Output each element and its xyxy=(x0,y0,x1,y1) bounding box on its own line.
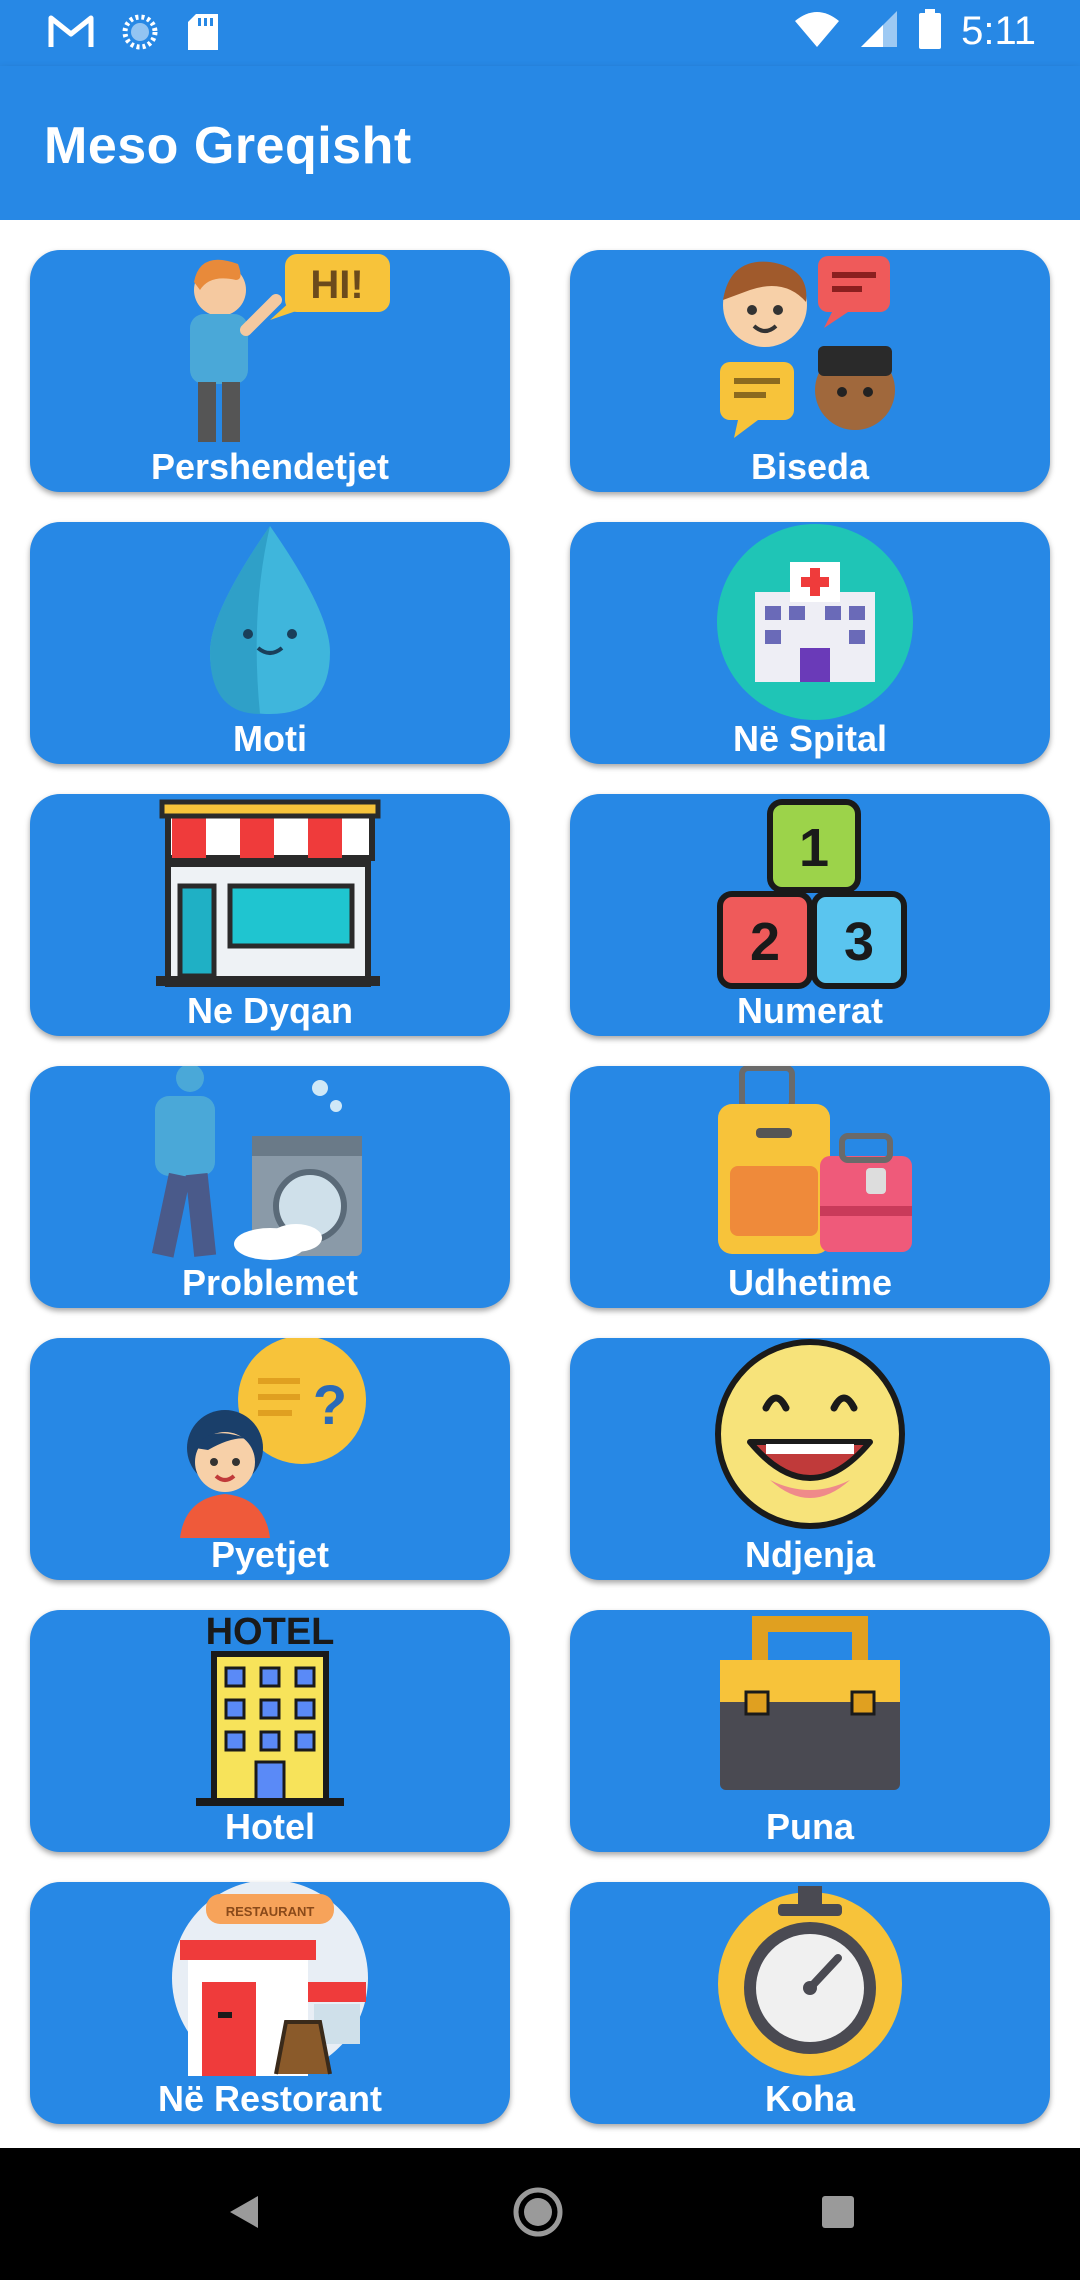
back-icon[interactable] xyxy=(226,2192,262,2237)
shop-icon xyxy=(156,799,381,987)
status-time: 5:11 xyxy=(961,9,1036,53)
sd-card-icon xyxy=(186,12,220,57)
category-card-biseda[interactable]: Biseda xyxy=(570,250,1050,492)
svg-text:3: 3 xyxy=(844,912,874,972)
category-card-problemet[interactable]: Problemet xyxy=(30,1066,510,1308)
category-label: Moti xyxy=(233,718,307,759)
category-card-hotel[interactable]: HOTEL Hotel xyxy=(30,1610,510,1852)
category-label: Koha xyxy=(765,2078,855,2119)
recents-icon[interactable] xyxy=(818,2192,858,2237)
battery-icon xyxy=(917,8,943,55)
wifi-icon xyxy=(793,9,841,54)
svg-text:2: 2 xyxy=(750,912,780,972)
app-bar: Meso Greqisht xyxy=(0,66,1080,220)
number-blocks-icon: 1 2 3 xyxy=(717,799,907,989)
category-label: Numerat xyxy=(736,990,884,1031)
category-card-ne-restorant[interactable]: RESTAURANT Në Restorant xyxy=(30,1882,510,2124)
toolbox-icon xyxy=(720,1616,900,1790)
hospital-icon xyxy=(717,524,913,720)
category-card-moti[interactable]: Moti xyxy=(30,522,510,764)
category-card-udhetime[interactable]: Udhetime xyxy=(570,1066,1050,1308)
category-card-pershendetjet[interactable]: HI! Pershendetjet xyxy=(30,250,510,492)
category-card-numerat[interactable]: 1 2 3 Numerat xyxy=(570,794,1050,1036)
category-label: Në Spital xyxy=(732,718,888,759)
signal-icon xyxy=(859,9,899,54)
category-card-koha[interactable]: Koha xyxy=(570,1882,1050,2124)
svg-text:HI!: HI! xyxy=(310,263,363,307)
restaurant-icon: RESTAURANT xyxy=(172,1882,368,2076)
gmail-icon xyxy=(48,14,94,55)
category-label: Biseda xyxy=(750,446,870,487)
hotel-icon: HOTEL xyxy=(196,1611,344,1806)
category-card-puna[interactable]: Puna xyxy=(570,1610,1050,1852)
status-bar: 5:11 xyxy=(0,0,1080,66)
category-card-pyetjet[interactable]: ? Pyetjet xyxy=(30,1338,510,1580)
svg-text:1: 1 xyxy=(799,818,829,878)
category-label: Puna xyxy=(765,1806,854,1847)
stopwatch-icon xyxy=(718,1886,902,2076)
conversation-icon xyxy=(720,256,895,438)
luggage-icon xyxy=(718,1066,912,1254)
app-title: Meso Greqisht xyxy=(44,117,412,175)
category-label: Hotel xyxy=(225,1806,315,1847)
category-card-ndjenja[interactable]: Ndjenja xyxy=(570,1338,1050,1580)
category-card-ne-spital[interactable]: Në Spital xyxy=(570,522,1050,764)
home-icon[interactable] xyxy=(512,2186,564,2243)
svg-text:RESTAURANT: RESTAURANT xyxy=(226,1904,315,1919)
svg-text:HOTEL: HOTEL xyxy=(206,1611,335,1653)
category-label: Udhetime xyxy=(727,1262,893,1303)
question-person-icon: ? xyxy=(180,1338,366,1538)
category-grid: HI! Pershendetjet Biseda Moti Në Spital … xyxy=(0,220,1080,2148)
category-label: Pyetjet xyxy=(210,1534,330,1575)
category-label: Pershendetjet xyxy=(150,446,390,487)
category-label: Problemet xyxy=(181,1262,359,1303)
category-card-ne-dyqan[interactable]: Ne Dyqan xyxy=(30,794,510,1036)
smiley-icon xyxy=(715,1339,905,1529)
sync-icon xyxy=(120,12,160,57)
washing-machine-icon xyxy=(151,1066,362,1260)
category-label: Ndjenja xyxy=(744,1534,876,1575)
svg-text:?: ? xyxy=(313,1373,347,1436)
water-drop-icon xyxy=(210,526,330,714)
category-label: Në Restorant xyxy=(157,2078,383,2119)
system-nav-bar xyxy=(0,2148,1080,2280)
category-label: Ne Dyqan xyxy=(186,990,354,1031)
greeting-person-icon: HI! xyxy=(190,254,390,442)
